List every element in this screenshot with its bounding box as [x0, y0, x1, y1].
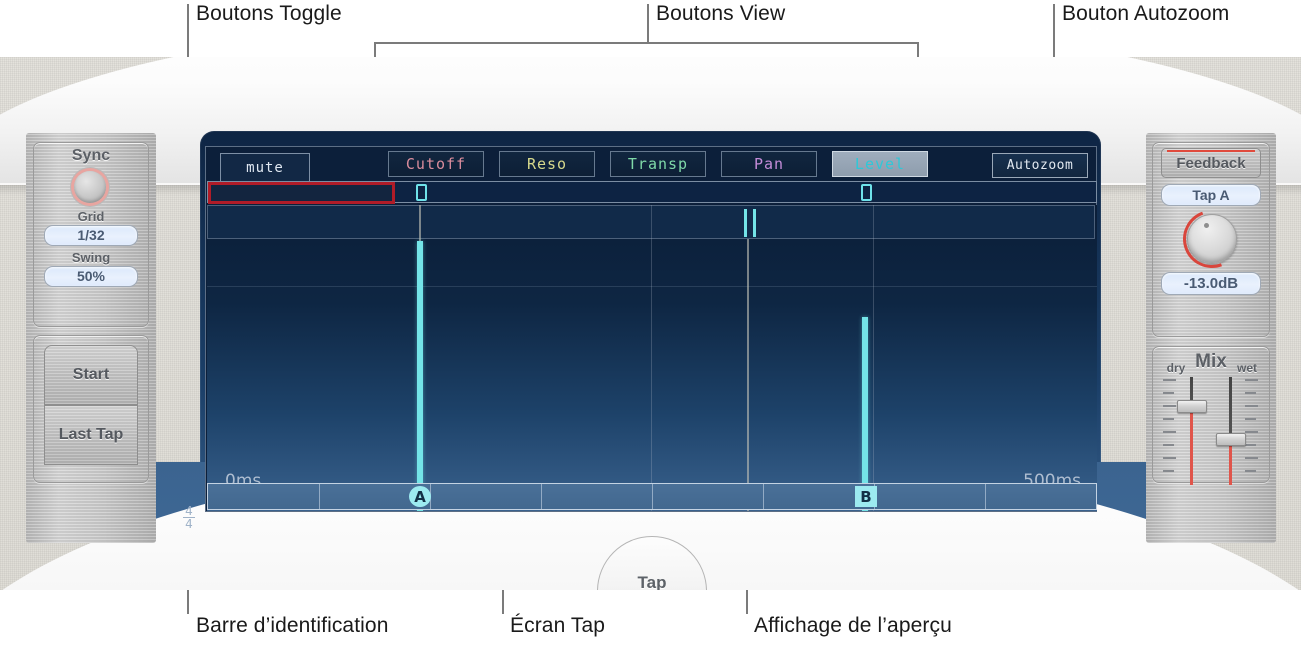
dry-slider-thumb[interactable]: [1177, 400, 1207, 413]
sync-title: Sync: [71, 147, 111, 164]
feedback-active-indicator: [1167, 150, 1255, 152]
time-signature-numerator: 4: [185, 504, 193, 518]
swing-label: Swing: [71, 250, 111, 265]
view-button-reso[interactable]: Reso: [499, 151, 595, 177]
grid-line-v-2: [873, 205, 874, 511]
autozoom-button[interactable]: Autozoom: [992, 153, 1088, 178]
tap-button-label: Tap: [637, 573, 667, 590]
mix-dry-ticks: [1163, 379, 1176, 483]
plugin-window: Sync Grid 1/32 Swing 50% Start Last Tap …: [0, 57, 1301, 590]
mix-wet-label: wet: [1236, 361, 1257, 375]
toggle-bar[interactable]: [207, 181, 1097, 204]
view-button-cutoff[interactable]: Cutoff: [388, 151, 484, 177]
feedback-tap-select[interactable]: Tap A: [1161, 184, 1261, 206]
identification-bar[interactable]: A B: [207, 483, 1097, 510]
time-signature-denominator: 4: [183, 517, 195, 531]
grid-line-v-1: [651, 205, 652, 511]
annotation-boutons-view-label: Boutons View: [656, 2, 786, 25]
toggle-handle-a[interactable]: [416, 184, 427, 201]
view-button-pan[interactable]: Pan: [721, 151, 817, 177]
annotation-bouton-autozoom-label: Bouton Autozoom: [1062, 2, 1230, 25]
mute-toggle-tab[interactable]: mute: [220, 153, 310, 181]
id-segment-line-7: [985, 484, 986, 509]
tap-screen[interactable]: 0ms 500ms: [207, 205, 1097, 511]
id-segment-line-4: [652, 484, 653, 509]
feedback-knob-pointer: [1204, 223, 1209, 228]
preview-tick-1: [744, 209, 747, 237]
view-button-level[interactable]: Level: [832, 151, 928, 177]
mix-dry-label: dry: [1166, 361, 1186, 375]
id-segment-line-5: [763, 484, 764, 509]
tap-level-bar-a[interactable]: [417, 241, 423, 511]
swing-value-field[interactable]: 50%: [44, 266, 138, 287]
sync-knob[interactable]: [74, 171, 106, 203]
time-signature-indicator: 4 4: [179, 505, 199, 530]
id-segment-line-1: [319, 484, 320, 509]
mix-title: Mix: [1195, 351, 1227, 372]
dry-slider-fill: [1190, 407, 1193, 485]
start-button[interactable]: Start: [44, 345, 138, 405]
wet-slider-fill: [1229, 440, 1232, 485]
annotation-barre-identification-label: Barre d’identification: [196, 614, 389, 637]
id-segment-line-3: [541, 484, 542, 509]
grid-line-h-1: [207, 286, 1097, 287]
preview-tick-2: [753, 209, 756, 237]
grid-value-field[interactable]: 1/32: [44, 225, 138, 246]
last-tap-button[interactable]: Last Tap: [44, 405, 138, 465]
annotation-boutons-toggle-label: Boutons Toggle: [196, 2, 342, 25]
grid-label: Grid: [77, 209, 105, 224]
wet-slider-thumb[interactable]: [1216, 433, 1246, 446]
annotation-boutons-view-leader-v: [647, 4, 649, 42]
annotation-ecran-tap-label: Écran Tap: [510, 614, 606, 637]
annotation-affichage-apercu-label: Affichage de l’aperçu: [754, 614, 952, 637]
feedback-button[interactable]: Feedback: [1161, 148, 1261, 178]
toggle-handle-b[interactable]: [861, 184, 872, 201]
wet-slider-track: [1229, 377, 1232, 440]
tap-stem-b: [747, 239, 749, 511]
annotation-boutons-view-bracket-h: [374, 42, 919, 44]
tap-display-panel: mute Cutoff Reso Transp Pan Level Autozo…: [205, 146, 1097, 512]
toggle-bar-active-region[interactable]: [208, 182, 395, 204]
mix-wet-ticks: [1245, 379, 1258, 483]
view-button-transp[interactable]: Transp: [610, 151, 706, 177]
tap-marker-b[interactable]: B: [855, 486, 877, 507]
tap-marker-a[interactable]: A: [409, 486, 431, 507]
feedback-value-field[interactable]: -13.0dB: [1161, 272, 1261, 295]
tap-level-bar-b[interactable]: [862, 317, 868, 511]
